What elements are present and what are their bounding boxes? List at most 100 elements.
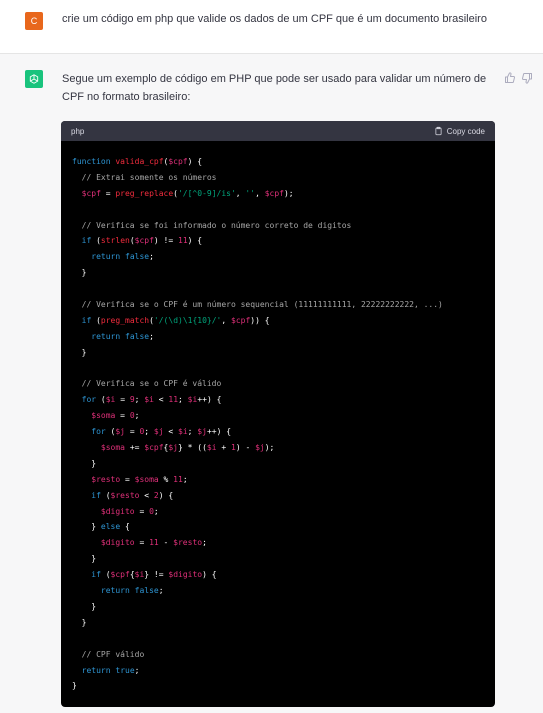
code-line: } else { — [72, 519, 495, 535]
code-line: } — [72, 456, 495, 472]
code-token: return — [100, 586, 130, 596]
code-token: ) { — [187, 236, 203, 246]
code-token: } — [72, 681, 77, 691]
code-line: } — [72, 615, 495, 631]
code-token: $i — [187, 395, 198, 405]
code-token: 11 — [149, 538, 159, 548]
code-token: $cpf — [168, 157, 188, 166]
code-token: } != — [144, 570, 169, 580]
code-token: } — [72, 617, 87, 627]
code-line: return false; — [72, 583, 495, 599]
assistant-avatar — [25, 70, 43, 88]
code-token: $soma — [100, 443, 125, 453]
copy-code-button[interactable]: Copy code — [434, 126, 485, 136]
code-line: } — [72, 345, 495, 361]
code-token: for — [81, 395, 97, 405]
code-token: $cpf — [134, 236, 154, 246]
code-line: // CPF válido — [72, 647, 495, 663]
code-token: < — [139, 490, 154, 500]
code-token: ( — [91, 236, 101, 246]
code-token: = — [120, 474, 135, 484]
code-token: $i — [105, 395, 116, 405]
code-line: $soma += $cpf{$j} * (($i + 1) - $j); — [72, 440, 495, 456]
code-token: $digito — [100, 538, 135, 548]
code-token: + — [216, 443, 231, 453]
code-line: $digito = 0; — [72, 504, 495, 520]
code-line: if ($resto < 2) { — [72, 488, 495, 504]
code-token: - — [158, 538, 174, 548]
user-message-text: crie um código em php que valide os dado… — [62, 13, 487, 25]
code-token: ; — [187, 427, 198, 437]
code-token: } — [72, 554, 97, 564]
code-token: , — [221, 315, 231, 325]
code-token: = — [115, 395, 130, 405]
code-token: $resto — [91, 474, 121, 484]
code-token: ) { — [187, 157, 203, 166]
code-line: $soma = 0; — [72, 408, 495, 424]
code-token: $resto — [173, 538, 203, 548]
code-token: // CPF válido — [81, 649, 145, 659]
code-line: if (strlen($cpf) != 11) { — [72, 233, 495, 249]
code-token: ; — [158, 586, 164, 596]
copy-code-label: Copy code — [446, 126, 485, 136]
code-token: ( — [100, 490, 111, 500]
code-block-header: php Copy code — [61, 121, 495, 141]
code-token: $resto — [110, 490, 140, 500]
code-token: ) != — [153, 236, 179, 246]
code-token: return — [91, 331, 121, 341]
code-line: // Verifica se foi informado o número co… — [72, 218, 495, 234]
code-token: strlen — [100, 236, 130, 246]
code-token: else — [100, 522, 121, 532]
code-token: ; — [134, 411, 140, 421]
code-token: $cpf — [110, 570, 130, 580]
code-token: ) { — [158, 490, 174, 500]
code-token: // Verifica se foi informado o número co… — [81, 220, 352, 230]
user-message-row: C crie um código em php que valide os da… — [0, 0, 543, 54]
code-token: ( — [100, 570, 111, 580]
code-token: $digito — [168, 570, 203, 580]
code-token: ; — [178, 395, 188, 405]
code-token: true — [115, 665, 135, 675]
code-token: ; — [144, 427, 154, 437]
code-token: $j — [197, 427, 207, 437]
code-token: $digito — [100, 506, 135, 516]
code-line: for ($j = 0; $j < $i; $j++) { — [72, 424, 495, 440]
code-token: = — [125, 427, 140, 437]
code-token: $i — [206, 443, 217, 453]
code-token: } — [72, 601, 97, 611]
code-token: $cpf — [81, 188, 101, 198]
code-token: 11 — [168, 395, 179, 405]
thumbs-down-icon[interactable] — [521, 72, 533, 84]
code-token: , — [235, 188, 246, 198]
code-token: $soma — [134, 474, 159, 484]
thumbs-up-icon[interactable] — [504, 72, 516, 84]
assistant-intro-text: Segue um exemplo de código em PHP que po… — [62, 73, 487, 103]
code-token: $cpf — [231, 315, 251, 325]
code-token: ); — [283, 188, 294, 198]
code-token: ( — [105, 427, 116, 437]
code-token: $i — [134, 570, 145, 580]
code-token: ) { — [202, 570, 217, 580]
code-token: $j — [255, 443, 265, 453]
code-token: ( — [91, 315, 101, 325]
code-token: $soma — [91, 411, 116, 421]
code-token: // Extrai somente os números — [81, 172, 217, 182]
code-line: $cpf = preg_replace('/[^0-9]/is', '', $c… — [72, 186, 495, 202]
code-token: '' — [245, 188, 256, 198]
